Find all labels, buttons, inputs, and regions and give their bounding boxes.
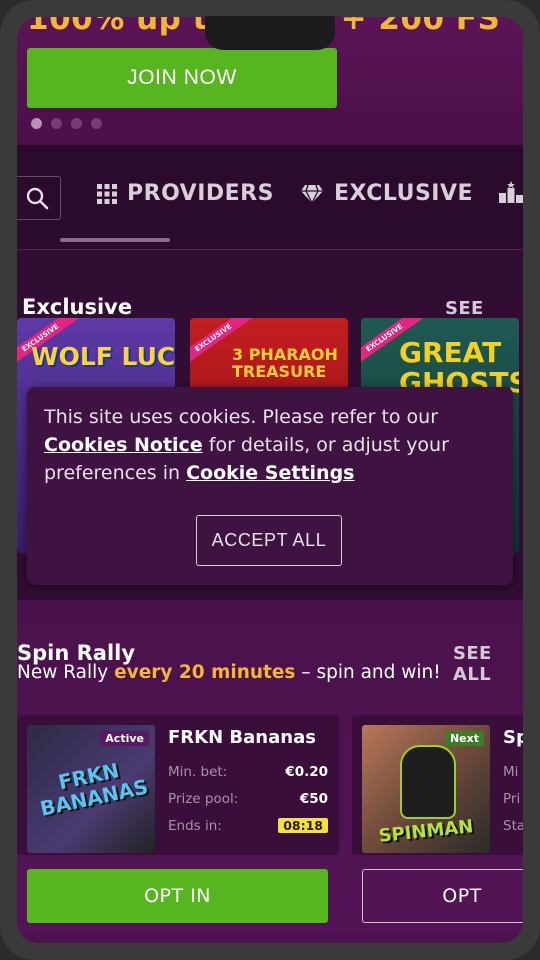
screen: 100% up to $750 + 200 FS JOIN NOW bbox=[17, 17, 523, 943]
diamond-icon bbox=[301, 184, 323, 204]
prize-pool-label: Prize pool: bbox=[168, 791, 239, 807]
tab-exclusive-label: EXCLUSIVE bbox=[334, 181, 474, 206]
accept-all-button[interactable]: ACCEPT ALL bbox=[196, 515, 342, 566]
rally-game-image[interactable]: SPINMAN Next bbox=[362, 725, 490, 853]
search-button[interactable] bbox=[17, 176, 61, 220]
prize-pool-label: Pri bbox=[503, 791, 521, 807]
phone-notch bbox=[205, 16, 335, 50]
starts-in-label: Sta bbox=[503, 818, 523, 834]
cookies-notice-link[interactable]: Cookies Notice bbox=[44, 434, 203, 456]
exclusive-title: Exclusive bbox=[22, 295, 133, 319]
min-bet-row: Min. bet: €0.20 bbox=[168, 764, 328, 780]
spin-rally-subtitle: New Rally every 20 minutes – spin and wi… bbox=[17, 662, 441, 683]
category-nav: PROVIDERS EXCLUSIVE bbox=[17, 145, 523, 250]
join-now-button[interactable]: JOIN NOW bbox=[27, 48, 337, 108]
active-tab-indicator bbox=[60, 238, 170, 242]
game-title: WOLF LUCK bbox=[31, 342, 175, 371]
phone-frame: 100% up to $750 + 200 FS JOIN NOW bbox=[0, 0, 540, 960]
rally-card-frkn-bananas[interactable]: FRKN BANANAS Active FRKN Bananas Min. be… bbox=[17, 715, 339, 855]
opt-in-button[interactable]: OPT IN bbox=[27, 869, 328, 923]
spinman-figure bbox=[400, 745, 456, 819]
tab-exclusive[interactable]: EXCLUSIVE bbox=[300, 181, 473, 206]
cookie-consent-dialog: This site uses cookies. Please refer to … bbox=[27, 387, 513, 585]
cookie-message: This site uses cookies. Please refer to … bbox=[44, 403, 504, 487]
carousel-dot-4[interactable] bbox=[91, 118, 102, 129]
spin-rally-see-all-link[interactable]: SEE ALL bbox=[453, 643, 523, 685]
rally-sub-highlight: every 20 minutes bbox=[114, 662, 296, 683]
opt-in-button-2[interactable]: OPT bbox=[362, 869, 523, 923]
cookie-settings-link[interactable]: Cookie Settings bbox=[186, 462, 354, 484]
carousel-dot-2[interactable] bbox=[51, 118, 62, 129]
rally-game-name: FRKN Bananas bbox=[168, 727, 316, 748]
rally-sub-prefix: New Rally bbox=[17, 662, 115, 683]
prize-pool-row: Prize pool: €50 bbox=[168, 791, 328, 807]
ends-in-row: Ends in: 08:18 bbox=[168, 818, 328, 834]
carousel-dots bbox=[31, 118, 102, 129]
rally-image-title: FRKN BANANAS bbox=[37, 758, 151, 821]
carousel-dot-1[interactable] bbox=[31, 118, 42, 129]
carousel-dot-3[interactable] bbox=[71, 118, 82, 129]
min-bet-label: Mi bbox=[503, 764, 519, 780]
rally-card-spinman[interactable]: SPINMAN Next Sp Mi Pri Sta bbox=[352, 715, 523, 855]
min-bet-value: €0.20 bbox=[285, 764, 328, 780]
tab-providers-label: PROVIDERS bbox=[127, 181, 274, 206]
status-badge: Active bbox=[100, 731, 149, 746]
ends-in-label: Ends in: bbox=[168, 818, 222, 834]
grid-icon bbox=[97, 183, 117, 204]
status-badge: Next bbox=[444, 731, 484, 746]
rally-sub-suffix: – spin and win! bbox=[295, 662, 441, 683]
prize-pool-value: €50 bbox=[299, 791, 328, 807]
rally-image-title: SPINMAN bbox=[377, 816, 475, 847]
countdown-timer: 08:18 bbox=[278, 818, 328, 833]
rally-game-image[interactable]: FRKN BANANAS Active bbox=[27, 725, 155, 853]
min-bet-label: Min. bet: bbox=[168, 764, 228, 780]
spin-rally-section: Spin Rally SEE ALL New Rally every 20 mi… bbox=[17, 600, 523, 943]
rally-game-name: Sp bbox=[503, 727, 523, 748]
tab-providers[interactable]: PROVIDERS bbox=[97, 181, 274, 206]
cookie-text-part-1: This site uses cookies. Please refer to … bbox=[44, 406, 439, 428]
search-icon bbox=[26, 187, 49, 210]
bottom-edge bbox=[17, 934, 523, 943]
tab-leaderboard[interactable] bbox=[499, 181, 523, 203]
podium-icon bbox=[499, 181, 523, 203]
game-title: 3 PHARAOH TREASURE bbox=[232, 345, 338, 381]
